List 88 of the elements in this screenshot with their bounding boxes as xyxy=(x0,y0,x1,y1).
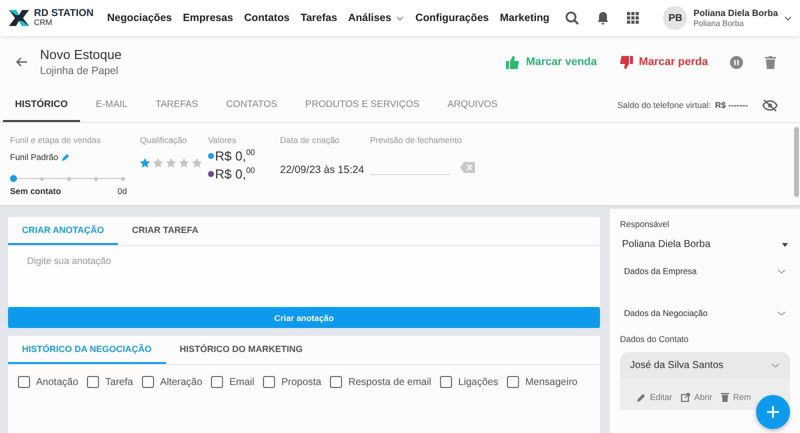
pause-icon[interactable] xyxy=(730,56,743,68)
user-name: Poliana Diela Borba xyxy=(693,8,778,19)
tab[interactable]: CRIAR TAREFA xyxy=(118,217,212,245)
field-label: Responsável xyxy=(620,219,670,229)
checkbox-label: Resposta de email xyxy=(348,376,432,388)
mark-loss-button[interactable]: Marcar perda xyxy=(618,56,708,68)
creation-date: 22/09/23 às 15:24 xyxy=(280,164,366,176)
checkbox-label: Anotação xyxy=(36,376,78,388)
nav-link[interactable]: Tarefas xyxy=(300,12,338,24)
balance-label: Saldo do telefone virtual: xyxy=(617,100,711,110)
contact-action[interactable]: Rem xyxy=(721,392,752,402)
field-label: Valores xyxy=(208,135,238,145)
thumbs-up-icon xyxy=(506,56,520,68)
value-amount: R$ 0,$^{00}$ xyxy=(215,148,255,164)
field-label: Dados do Contato xyxy=(620,334,690,344)
logo-subtitle: CRM xyxy=(34,19,54,27)
pencil-icon xyxy=(637,392,646,402)
deal-title: Novo Estoque xyxy=(40,47,122,62)
section-header[interactable]: Dados da Empresa xyxy=(620,250,790,292)
checkbox-label: Mensageiro xyxy=(525,376,578,388)
trash-icon[interactable] xyxy=(765,56,776,68)
checkbox-label: Proposta xyxy=(281,376,322,388)
contact-action[interactable]: Abrir xyxy=(681,392,712,402)
funnel-name: Funil Padrão xyxy=(10,152,58,162)
checkbox[interactable] xyxy=(440,376,452,388)
value-amount: R$ 0,$^{00}$ xyxy=(215,166,255,182)
nav-link[interactable]: Configurações xyxy=(415,12,489,24)
star-icon[interactable] xyxy=(179,158,189,168)
nav-link[interactable]: Negociações xyxy=(107,12,172,24)
field-label: Data de criação xyxy=(280,135,341,145)
star-icon[interactable] xyxy=(140,158,150,168)
stage-dot[interactable] xyxy=(67,176,71,180)
deal-company: Lojinha de Papel xyxy=(40,65,120,77)
checkbox-label: Email xyxy=(229,376,254,388)
checkbox-label: Ligações xyxy=(458,376,498,388)
checkbox-label: Tarefa xyxy=(105,376,134,388)
chevron-down-icon xyxy=(777,268,786,274)
checkbox[interactable] xyxy=(142,376,154,388)
caret-down-icon xyxy=(782,242,788,246)
note-composer[interactable]: CRIAR ANOTAÇÃO CRIAR TAREFA Digite sua anotação Criar anotação xyxy=(8,217,600,328)
chevron-down-icon[interactable] xyxy=(784,16,792,20)
contact-header[interactable]: José da Silva Santos xyxy=(620,352,790,378)
star-icon[interactable] xyxy=(166,158,176,168)
checkbox[interactable] xyxy=(263,376,276,388)
stage-dot[interactable] xyxy=(10,175,17,182)
stage-dot[interactable] xyxy=(94,176,98,180)
checkbox[interactable] xyxy=(507,376,520,388)
trash-icon xyxy=(721,392,730,402)
pencil-icon[interactable] xyxy=(62,153,70,161)
stage-days: 0d xyxy=(118,186,127,196)
back-arrow-icon[interactable] xyxy=(16,57,28,67)
logo-text: RD STATION xyxy=(34,9,94,19)
checkbox-label: Alteração xyxy=(160,376,202,388)
stage-dot[interactable] xyxy=(40,176,44,180)
star-icon[interactable] xyxy=(192,158,202,168)
checkbox[interactable] xyxy=(330,376,342,388)
chevron-down-icon xyxy=(777,310,786,316)
checkbox[interactable] xyxy=(87,376,100,388)
external-link-icon xyxy=(681,392,690,402)
section-header[interactable]: Dados da Negociação xyxy=(620,292,790,334)
tab[interactable]: HISTÓRICO DO MARKETING xyxy=(166,336,317,364)
scrollbar[interactable] xyxy=(794,127,799,197)
nav-link[interactable]: Empresas xyxy=(182,12,234,24)
stage-name: Sem contato xyxy=(10,186,62,196)
nav-link[interactable]: Marketing xyxy=(500,12,550,24)
logo-icon xyxy=(8,7,30,29)
plus-icon xyxy=(767,406,779,418)
thumbs-down-icon xyxy=(618,56,633,68)
user-avatar[interactable]: PB xyxy=(663,6,688,30)
search-icon[interactable] xyxy=(565,11,580,25)
star-icon[interactable] xyxy=(153,158,163,168)
bell-icon[interactable] xyxy=(597,11,610,25)
field-label: Funil e etapa de vendas xyxy=(10,135,102,145)
stage-dot[interactable] xyxy=(121,176,125,180)
nav-link[interactable]: Análises xyxy=(348,12,404,24)
eye-slash-icon[interactable] xyxy=(762,98,778,112)
balance-value: R$ ------- xyxy=(714,100,748,110)
field-label: Previsão de fechamento xyxy=(370,135,463,145)
field-label: Qualificação xyxy=(140,135,188,145)
add-button[interactable] xyxy=(756,395,790,429)
chevron-down-icon xyxy=(771,362,780,368)
contact-action[interactable]: Editar xyxy=(637,392,672,402)
checkbox[interactable] xyxy=(211,376,224,388)
checkbox[interactable] xyxy=(18,376,30,388)
apps-grid-icon[interactable] xyxy=(627,12,640,24)
user-subname: Poliana Borba xyxy=(693,18,745,28)
nav-link[interactable]: Contatos xyxy=(244,12,290,24)
owner-select[interactable]: Poliana Diela Borba xyxy=(620,229,790,250)
